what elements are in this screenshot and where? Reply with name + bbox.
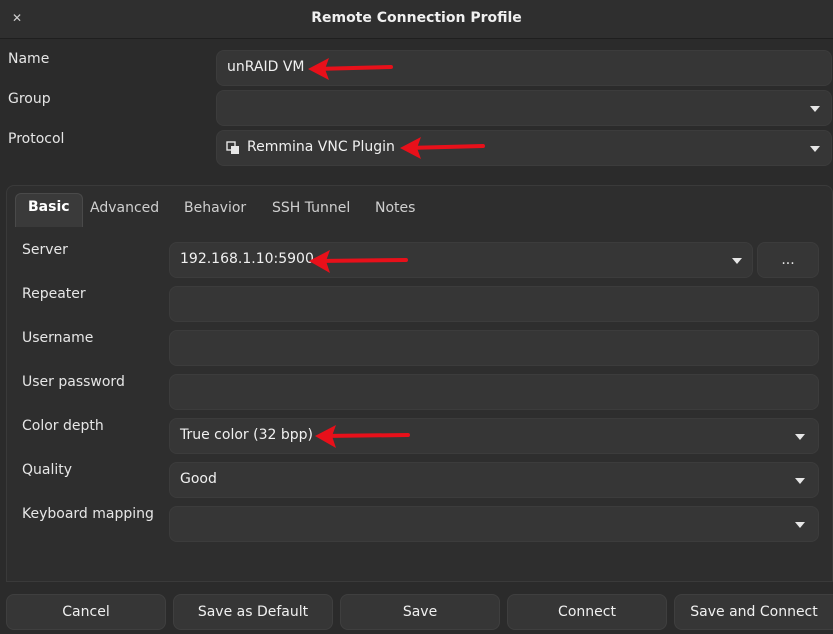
server-combobox[interactable]: 192.168.1.10:5900: [169, 242, 753, 278]
annotation-arrow-icon: [309, 250, 408, 273]
server-browse-button[interactable]: ...: [757, 242, 819, 278]
keyboard-mapping-select[interactable]: [169, 506, 819, 542]
color-depth-label: Color depth: [22, 418, 104, 434]
group-combobox[interactable]: [216, 90, 832, 126]
chevron-down-icon: [732, 258, 742, 264]
window-title: Remote Connection Profile: [311, 10, 522, 26]
chevron-down-icon: [795, 434, 805, 440]
chevron-down-icon: [810, 106, 820, 112]
protocol-select[interactable]: Remmina VNC Plugin: [216, 130, 832, 166]
tab-notes[interactable]: Notes: [375, 200, 415, 228]
username-field[interactable]: [169, 330, 819, 366]
annotation-arrow-icon: [315, 425, 410, 448]
server-value: 192.168.1.10:5900: [180, 251, 314, 267]
repeater-field[interactable]: [169, 286, 819, 322]
tab-basic[interactable]: Basic: [15, 193, 83, 227]
name-value: unRAID VM: [227, 59, 305, 75]
password-label: User password: [22, 374, 125, 390]
save-button[interactable]: Save: [340, 594, 500, 630]
annotation-arrow-icon: [308, 58, 393, 80]
connect-button[interactable]: Connect: [507, 594, 667, 630]
tab-advanced[interactable]: Advanced: [90, 200, 159, 228]
chevron-down-icon: [795, 478, 805, 484]
protocol-value: Remmina VNC Plugin: [247, 139, 395, 155]
repeater-label: Repeater: [22, 286, 86, 302]
tab-behavior[interactable]: Behavior: [184, 200, 246, 228]
cancel-button[interactable]: Cancel: [6, 594, 166, 630]
color-depth-value: True color (32 bpp): [180, 427, 313, 443]
username-label: Username: [22, 330, 94, 346]
annotation-arrow-icon: [400, 137, 485, 159]
quality-value: Good: [180, 471, 217, 487]
save-as-default-button[interactable]: Save as Default: [173, 594, 333, 630]
protocol-label: Protocol: [8, 131, 65, 147]
password-field[interactable]: [169, 374, 819, 410]
chevron-down-icon: [810, 146, 820, 152]
quality-select[interactable]: Good: [169, 462, 819, 498]
group-label: Group: [8, 91, 51, 107]
plugin-icon: [226, 141, 239, 154]
quality-label: Quality: [22, 462, 73, 478]
server-label: Server: [22, 242, 68, 258]
tab-ssh-tunnel[interactable]: SSH Tunnel: [272, 200, 350, 228]
keyboard-mapping-label: Keyboard mapping: [22, 506, 154, 522]
chevron-down-icon: [795, 522, 805, 528]
save-and-connect-button[interactable]: Save and Connect: [674, 594, 833, 630]
name-label: Name: [8, 51, 50, 67]
title-bar: ✕ Remote Connection Profile: [0, 0, 833, 39]
color-depth-select[interactable]: True color (32 bpp): [169, 418, 819, 454]
